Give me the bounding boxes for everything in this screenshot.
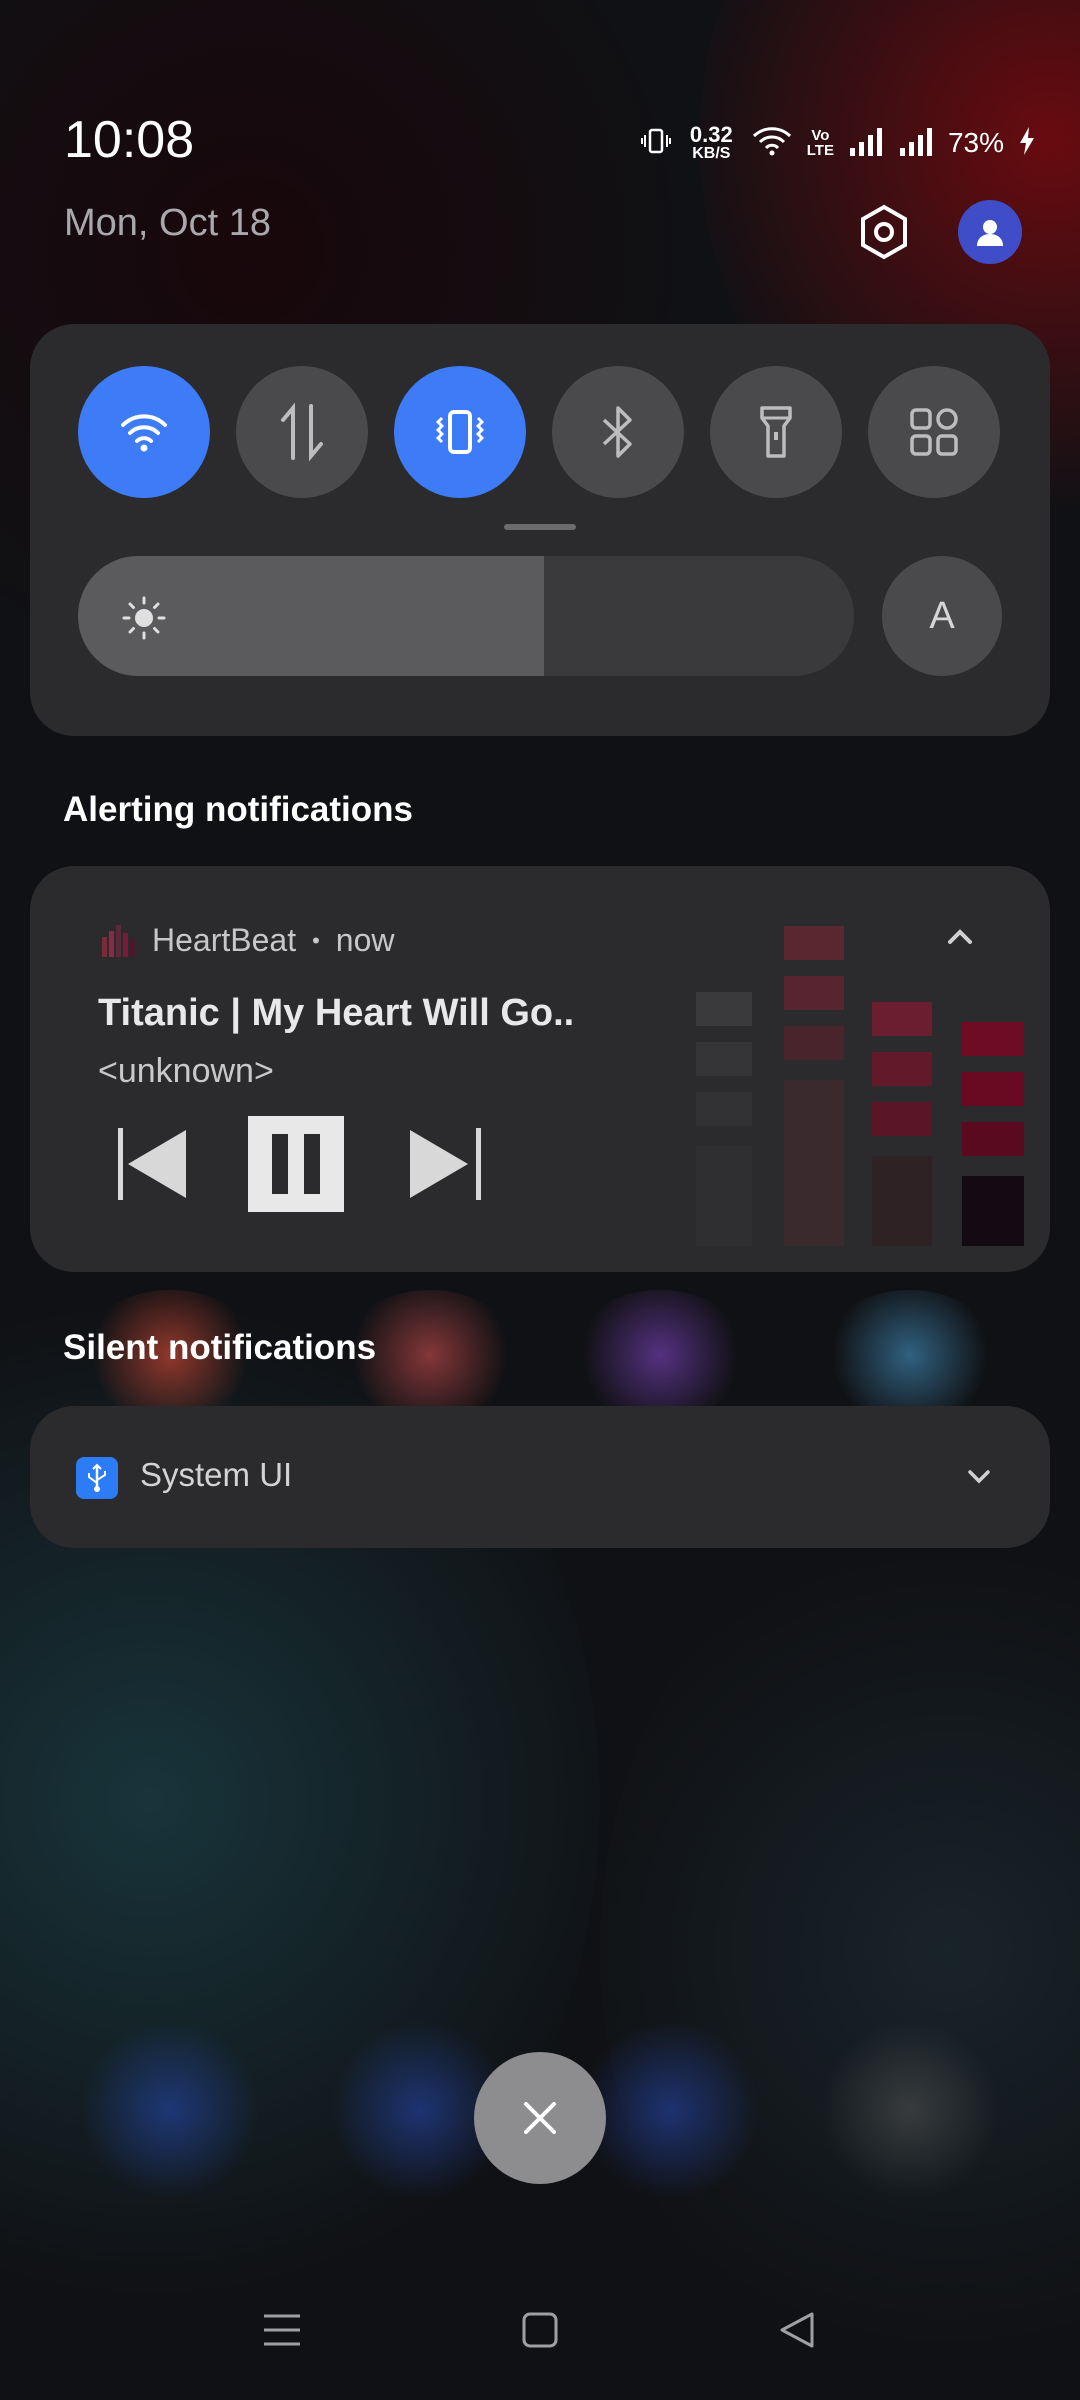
network-speed-value: 0.32	[689, 122, 733, 147]
eq-col-4	[962, 1022, 1024, 1246]
charging-icon	[1018, 126, 1036, 161]
vibrate-tile[interactable]	[394, 366, 526, 498]
media-app-row: HeartBeat • now	[100, 922, 394, 959]
signal-2-icon	[898, 126, 934, 161]
clear-all-button[interactable]	[474, 2052, 606, 2184]
brightness-sun-icon	[122, 596, 166, 640]
clock: 10:08	[64, 111, 195, 169]
signal-1-icon	[848, 126, 884, 161]
heartbeat-app-icon	[102, 924, 135, 957]
usb-icon	[88, 1463, 106, 1492]
media-app-name: HeartBeat	[152, 922, 297, 958]
network-speed-unit: KB/S	[692, 145, 731, 162]
volte-indicator: Vo LTE	[807, 128, 834, 158]
wifi-tile[interactable]	[78, 366, 210, 498]
more-tiles-tile[interactable]	[868, 366, 1000, 498]
eq-col-1	[696, 992, 752, 1246]
skip-previous-icon	[118, 1128, 186, 1200]
recents-menu-icon[interactable]	[262, 2310, 302, 2350]
collapse-chevron-icon[interactable]	[940, 918, 980, 954]
auto-brightness-button[interactable]: A	[882, 556, 1002, 676]
equalizer-artwork	[696, 926, 1024, 1246]
volte-line-2: LTE	[806, 142, 834, 159]
status-icons: 0.32 KB/S Vo LTE 73%	[640, 124, 1036, 162]
eq-col-3	[872, 1002, 932, 1246]
pause-button[interactable]	[248, 1116, 344, 1212]
previous-track-button[interactable]	[112, 1124, 192, 1204]
back-triangle-icon[interactable]	[778, 2310, 818, 2350]
system-ui-app-icon	[76, 1457, 118, 1499]
close-icon	[524, 2102, 556, 2134]
home-square-icon[interactable]	[520, 2310, 560, 2350]
skip-next-icon	[410, 1128, 481, 1200]
bluetooth-icon	[602, 406, 632, 458]
navigation-bar	[0, 2300, 1080, 2370]
media-notification[interactable]: HeartBeat • now Titanic | My Heart Will …	[30, 866, 1050, 1272]
quick-settings-panel: A	[30, 324, 1050, 736]
expand-chevron-icon[interactable]	[964, 1461, 994, 1491]
media-time: now	[335, 922, 395, 958]
flashlight-icon	[760, 406, 792, 458]
panel-drag-handle[interactable]	[504, 524, 576, 530]
system-ui-notification[interactable]: System UI	[30, 1406, 1050, 1548]
eq-col-2	[784, 926, 844, 1246]
flashlight-tile[interactable]	[710, 366, 842, 498]
vibrate-icon	[435, 410, 485, 454]
silent-notifications-heading: Silent notifications	[63, 1328, 377, 1367]
next-track-button[interactable]	[406, 1124, 486, 1204]
alerting-notifications-heading: Alerting notifications	[63, 790, 413, 829]
system-ui-label: System UI	[140, 1456, 293, 1493]
vibrate-status-icon	[640, 125, 672, 162]
settings-button[interactable]	[852, 200, 916, 264]
data-arrows-icon	[281, 402, 323, 462]
mobile-data-tile[interactable]	[236, 366, 368, 498]
wifi-status-icon	[751, 125, 793, 162]
brightness-slider[interactable]	[78, 556, 854, 676]
grid-icon	[910, 408, 958, 456]
date: Mon, Oct 18	[64, 202, 271, 244]
network-speed: 0.32 KB/S	[690, 124, 733, 162]
battery-percent: 73%	[947, 127, 1004, 158]
bluetooth-tile[interactable]	[552, 366, 684, 498]
media-separator: •	[312, 927, 320, 953]
user-avatar-button[interactable]	[958, 200, 1022, 264]
media-song-title: Titanic | My Heart Will Go..	[98, 992, 575, 1034]
media-artist: <unknown>	[98, 1052, 274, 1090]
user-icon	[977, 220, 1003, 246]
pause-icon	[272, 1134, 320, 1194]
wifi-icon	[121, 414, 167, 452]
settings-hexagon-icon	[861, 204, 907, 260]
